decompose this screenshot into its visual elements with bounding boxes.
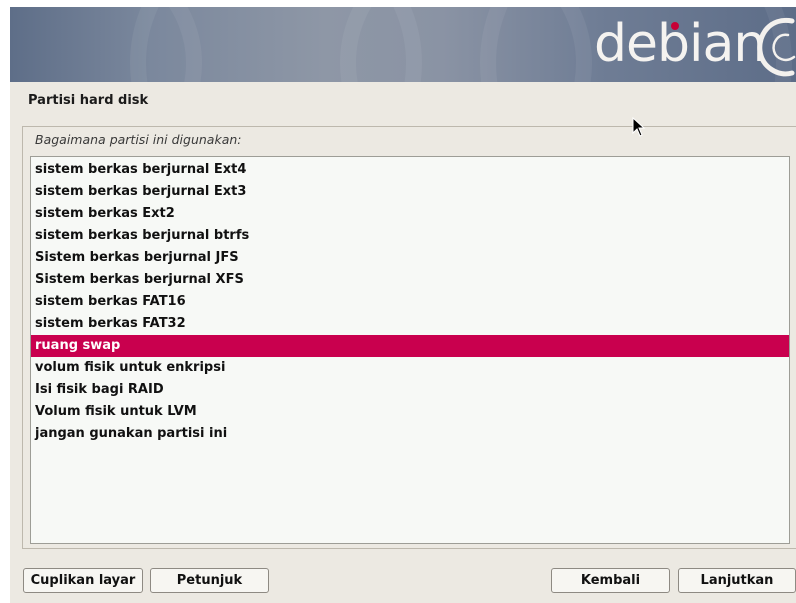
list-item[interactable]: sistem berkas FAT32 (31, 313, 789, 335)
continue-button[interactable]: Lanjutkan (678, 568, 796, 593)
list-item[interactable]: Volum fisik untuk LVM (31, 401, 789, 423)
list-item[interactable]: sistem berkas berjurnal Ext4 (31, 159, 789, 181)
question-label: Bagaimana partisi ini digunakan: (35, 132, 242, 147)
page-title: Partisi hard disk (28, 93, 149, 108)
debian-swirl-icon (757, 17, 796, 77)
list-item[interactable]: volum fisik untuk enkripsi (31, 357, 789, 379)
screenshot-button[interactable]: Cuplikan layar (23, 568, 143, 593)
installer-window: debian Partisi hard disk Bagaimana parti… (10, 7, 796, 603)
list-item[interactable]: sistem berkas berjurnal btrfs (31, 225, 789, 247)
list-item[interactable]: Sistem berkas berjurnal XFS (31, 269, 789, 291)
list-item[interactable]: Isi fisik bagi RAID (31, 379, 789, 401)
help-button[interactable]: Petunjuk (150, 568, 269, 593)
list-item[interactable]: sistem berkas Ext2 (31, 203, 789, 225)
list-item[interactable]: Sistem berkas berjurnal JFS (31, 247, 789, 269)
logo-dot (671, 22, 679, 30)
debian-logo-text: debian (594, 14, 766, 74)
debian-banner: debian (10, 7, 796, 82)
mouse-pointer-icon (632, 117, 646, 137)
list-item[interactable]: sistem berkas berjurnal Ext3 (31, 181, 789, 203)
list-item[interactable]: jangan gunakan partisi ini (31, 423, 789, 445)
list-item[interactable]: ruang swap (31, 335, 789, 357)
partition-usage-list[interactable]: sistem berkas berjurnal Ext4 sistem berka… (30, 156, 790, 544)
back-button[interactable]: Kembali (551, 568, 670, 593)
list-item[interactable]: sistem berkas FAT16 (31, 291, 789, 313)
